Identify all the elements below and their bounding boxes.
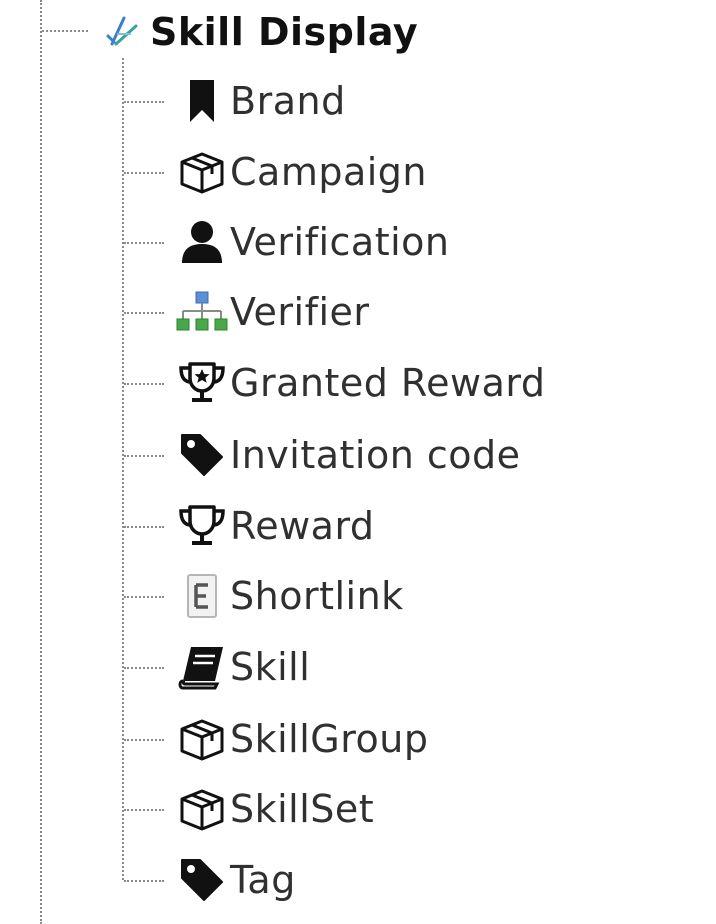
box-icon [174, 146, 230, 198]
tree-node-shortlink[interactable]: Shortlink [174, 570, 404, 622]
root-connector [42, 30, 88, 32]
tag-icon [174, 429, 230, 481]
sitemap-icon [174, 286, 230, 338]
tree-node-label: Skill Display [150, 10, 419, 54]
child-connector [124, 312, 164, 314]
tree-node-label: Granted Reward [230, 361, 546, 405]
tree-node-brand[interactable]: Brand [174, 75, 346, 127]
box-icon [174, 713, 230, 765]
entity-icon [174, 570, 230, 622]
child-connector [124, 172, 164, 174]
trophy-star-icon [174, 357, 230, 409]
tree-node-invitation-code[interactable]: Invitation code [174, 429, 521, 481]
child-connector [124, 526, 164, 528]
child-connector [124, 242, 164, 244]
tree-node-skillgroup[interactable]: SkillGroup [174, 713, 429, 765]
tree-node-label: Skill [230, 645, 311, 689]
bookmark-icon [174, 75, 230, 127]
tag-icon [174, 854, 230, 906]
tree-node-label: Verifier [230, 290, 370, 334]
book-icon [174, 641, 230, 693]
tree-node-label: SkillGroup [230, 717, 429, 761]
trophy-icon [174, 500, 230, 552]
child-connector [124, 809, 164, 811]
tree-node-reward[interactable]: Reward [174, 500, 375, 552]
tree-node-label: Campaign [230, 150, 428, 194]
tree-node-skill-display[interactable]: Skill Display [94, 6, 418, 58]
tree-node-label: SkillSet [230, 787, 375, 831]
tree-guide-line-inner [122, 58, 124, 880]
skill-display-icon [94, 6, 150, 58]
skill-display-tree: Skill Display Brand Campaign Verificatio… [0, 0, 716, 924]
tree-node-label: Invitation code [230, 433, 521, 477]
tree-node-tag[interactable]: Tag [174, 854, 296, 906]
tree-node-label: Shortlink [230, 574, 404, 618]
child-connector [124, 667, 164, 669]
user-icon [174, 216, 230, 268]
tree-node-campaign[interactable]: Campaign [174, 146, 427, 198]
tree-node-verification[interactable]: Verification [174, 216, 450, 268]
tree-node-skill[interactable]: Skill [174, 641, 310, 693]
child-connector [124, 101, 164, 103]
tree-node-label: Verification [230, 220, 450, 264]
tree-node-verifier[interactable]: Verifier [174, 286, 370, 338]
tree-node-label: Tag [230, 858, 296, 902]
tree-node-label: Brand [230, 79, 346, 123]
tree-node-label: Reward [230, 504, 375, 548]
tree-node-skillset[interactable]: SkillSet [174, 783, 374, 835]
child-connector [124, 383, 164, 385]
child-connector [124, 739, 164, 741]
tree-node-granted-reward[interactable]: Granted Reward [174, 357, 545, 409]
child-connector [124, 880, 164, 882]
box-icon [174, 783, 230, 835]
tree-guide-line-outer [40, 0, 42, 924]
child-connector [124, 596, 164, 598]
child-connector [124, 455, 164, 457]
